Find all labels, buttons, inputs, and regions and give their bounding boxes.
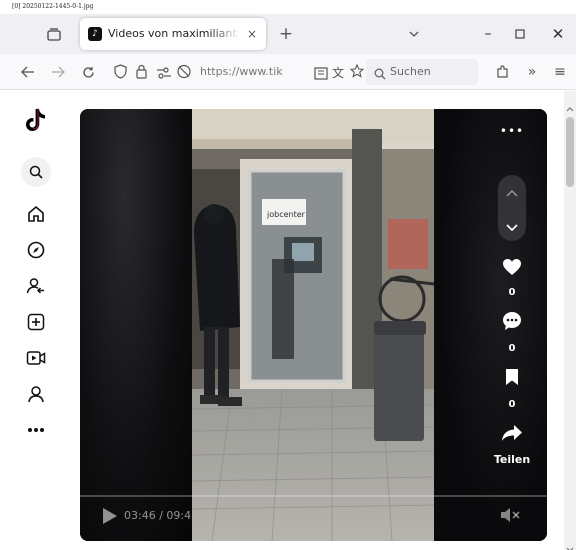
overflow-menu-button[interactable]: » [522, 62, 542, 82]
app-menu-button[interactable]: ≡ [550, 62, 570, 82]
maximize-icon [515, 29, 525, 39]
maximize-button[interactable] [510, 24, 530, 44]
share-arrow-icon [502, 425, 522, 441]
tiktok-logo-icon[interactable] [18, 105, 54, 135]
play-icon [103, 508, 117, 524]
chevron-down-icon [506, 223, 518, 231]
bookmark-count: 0 [508, 399, 516, 410]
heart-icon [503, 259, 521, 275]
mute-button[interactable] [500, 507, 520, 525]
arrow-right-icon [52, 66, 65, 78]
page-scrollbar[interactable] [564, 91, 576, 550]
video-frame: jobcenter 22 [192, 109, 434, 541]
compass-icon [27, 241, 45, 259]
url-text[interactable]: https://www.tik [200, 65, 312, 78]
chevron-down-icon [409, 31, 419, 37]
video-frame-image: jobcenter 22 [192, 109, 434, 541]
current-time: 03:46 [124, 509, 156, 522]
profile-icon [28, 386, 44, 403]
bookmark-icon [506, 369, 518, 385]
shield-icon[interactable] [114, 64, 127, 83]
video-blur-left [80, 109, 192, 541]
translate-icon[interactable]: 文 [332, 64, 344, 81]
tab-list-button[interactable] [44, 24, 64, 44]
page-scrollbar-thumb[interactable] [566, 117, 574, 187]
sidebar-item-explore[interactable] [18, 235, 54, 265]
new-tab-button[interactable]: + [276, 24, 296, 44]
search-placeholder: Suchen [390, 65, 431, 78]
sidebar-item-live[interactable] [18, 343, 54, 373]
lock-icon[interactable] [136, 64, 147, 83]
minimize-button[interactable]: – [478, 24, 498, 44]
bookmark-button[interactable] [488, 365, 536, 389]
video-time: 03:46 / 09:4 [124, 509, 191, 522]
tiktok-favicon-icon: ♪ [88, 27, 102, 41]
forward-button[interactable] [48, 62, 68, 82]
bookmark-star-icon[interactable] [349, 63, 365, 82]
more-options-button[interactable]: ••• [488, 121, 536, 141]
live-video-icon [26, 351, 46, 365]
tracking-protection-icon[interactable] [176, 64, 192, 83]
duration: 09:4 [166, 509, 192, 522]
sidebar-item-upload[interactable] [18, 307, 54, 337]
scene-store-sign: jobcenter [266, 210, 306, 219]
sidebar-item-search[interactable] [18, 157, 54, 187]
navigation-toolbar: https://www.tik 文 Suchen » ≡ [0, 54, 576, 90]
sidebar-item-more[interactable] [18, 415, 54, 445]
sidebar-search-bg [21, 157, 51, 187]
previous-video-button[interactable] [488, 183, 536, 203]
tab-strip: ♪ Videos von maximilianbaehring × + – ✕ [0, 14, 576, 54]
home-icon [28, 205, 44, 222]
search-icon [29, 165, 43, 179]
play-button[interactable] [100, 507, 118, 525]
like-button[interactable] [488, 255, 536, 279]
close-window-button[interactable]: ✕ [548, 24, 568, 44]
active-tab[interactable]: ♪ Videos von maximilianbaehring × [80, 18, 266, 50]
sidebar-item-home[interactable] [18, 199, 54, 229]
reload-icon [82, 66, 94, 78]
like-count: 0 [508, 287, 516, 298]
arrow-left-icon [21, 66, 34, 78]
browser-window: [0] 20250122-1445-0-1.jpg ♪ Videos von m… [0, 0, 576, 550]
video-player[interactable]: jobcenter 22 [80, 109, 547, 541]
extensions-button[interactable] [492, 62, 512, 82]
reload-button[interactable] [78, 62, 98, 82]
share-label: Teilen [493, 453, 531, 466]
search-field[interactable]: Suchen [366, 59, 478, 85]
plus-square-icon [27, 313, 45, 331]
time-separator: / [155, 509, 167, 522]
list-all-tabs-button[interactable] [404, 24, 424, 44]
permissions-icon[interactable] [156, 65, 172, 84]
back-button[interactable] [18, 62, 38, 82]
tab-close-icon[interactable]: × [244, 26, 260, 42]
video-action-bar: ••• 0 0 0 Teilen [488, 109, 536, 541]
more-dots-icon [28, 428, 44, 432]
user-follow-icon [26, 278, 44, 294]
comment-count: 0 [508, 343, 516, 354]
file-caption: [0] 20250122-1445-0-1.jpg [12, 3, 94, 10]
next-video-button[interactable] [488, 217, 536, 237]
page-content: jobcenter 22 [0, 91, 576, 550]
speaker-muted-icon [501, 508, 520, 522]
url-bar[interactable]: https://www.tik 文 [108, 59, 365, 85]
scroll-down-arrow-icon[interactable] [566, 537, 574, 550]
comment-button[interactable] [488, 309, 536, 333]
chevron-up-icon [506, 189, 518, 197]
reader-view-icon[interactable] [314, 65, 328, 84]
puzzle-icon [496, 65, 508, 78]
scroll-up-arrow-icon[interactable] [566, 97, 574, 116]
sidebar-item-following[interactable] [18, 271, 54, 301]
comment-icon [503, 312, 521, 330]
search-icon [374, 65, 386, 84]
share-button[interactable] [488, 421, 536, 445]
tab-list-icon [47, 27, 61, 41]
video-progress-bar[interactable] [80, 495, 547, 497]
tab-title-fade [210, 24, 240, 44]
sidebar-item-profile[interactable] [18, 379, 54, 409]
